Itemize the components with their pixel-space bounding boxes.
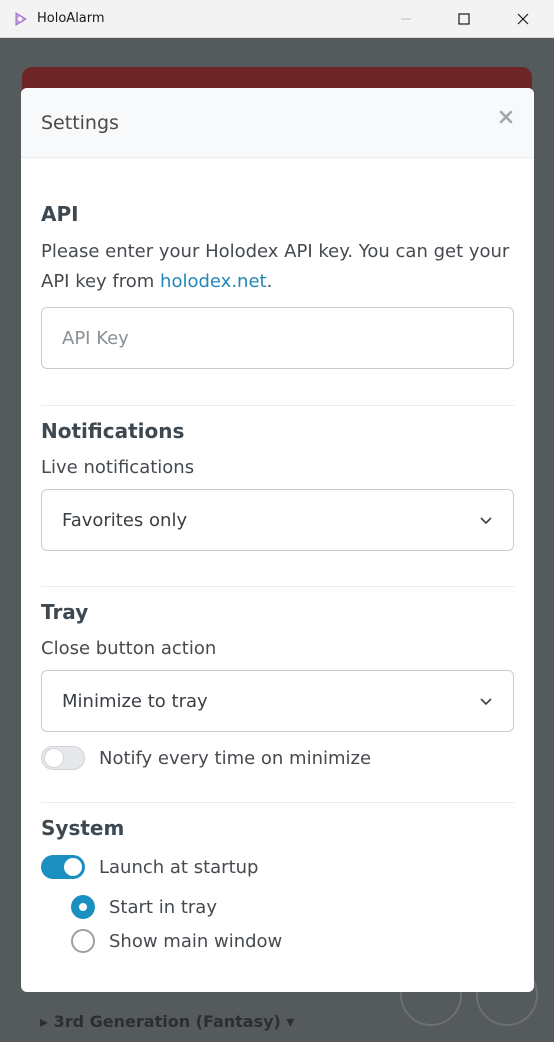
notifications-section-title: Notifications — [41, 419, 185, 443]
window-titlebar: HoloAlarm — [0, 0, 554, 38]
radio-label[interactable]: Start in tray — [109, 897, 217, 918]
api-section: API — [41, 202, 514, 226]
maximize-icon — [458, 10, 470, 29]
chevron-down-icon — [479, 510, 493, 531]
api-description-text: Please enter your Holodex API key. You c… — [41, 241, 510, 292]
close-action-select[interactable]: Minimize to tray — [41, 670, 514, 732]
notify-minimize-row: Notify every time on minimize — [41, 746, 514, 770]
section-divider — [41, 802, 514, 803]
window-close-button[interactable] — [494, 0, 552, 38]
modal-header: Settings — [21, 88, 534, 158]
api-key-field-wrapper — [41, 307, 514, 369]
live-notifications-value: Favorites only — [62, 509, 188, 531]
tray-section-title: Tray — [41, 600, 89, 624]
api-description-suffix: . — [266, 271, 273, 292]
holodex-link[interactable]: holodex.net — [160, 271, 267, 292]
api-key-input[interactable] — [41, 307, 514, 369]
radio-label[interactable]: Show main window — [109, 931, 282, 952]
close-icon — [517, 10, 529, 29]
background-group-label: ▸ 3rd Generation (Fantasy) ▾ — [40, 1012, 295, 1031]
live-notifications-select-wrapper: Favorites only — [41, 489, 514, 551]
live-notifications-label: Live notifications — [41, 457, 195, 478]
close-action-value: Minimize to tray — [62, 690, 208, 712]
api-section-title: API — [41, 202, 79, 226]
live-notifications-select[interactable]: Favorites only — [41, 489, 514, 551]
chevron-down-icon — [479, 691, 493, 712]
modal-close-button[interactable] — [498, 106, 514, 130]
radio-button[interactable] — [71, 895, 95, 919]
minimize-icon — [400, 10, 412, 29]
section-divider — [41, 405, 514, 406]
api-description: Please enter your Holodex API key. You c… — [41, 237, 514, 297]
tray-section: Tray — [41, 600, 514, 624]
launch-startup-label[interactable]: Launch at startup — [99, 857, 258, 878]
close-icon — [498, 106, 514, 130]
radio-start-in-tray[interactable]: Start in tray — [71, 890, 491, 924]
window-title: HoloAlarm — [37, 11, 105, 26]
notify-minimize-toggle[interactable] — [41, 746, 85, 770]
close-action-select-wrapper: Minimize to tray — [41, 670, 514, 732]
radio-show-main-window[interactable]: Show main window — [71, 924, 491, 958]
settings-modal: Settings API Please enter your Holodex A… — [21, 88, 534, 992]
radio-button[interactable] — [71, 929, 95, 953]
notify-minimize-label[interactable]: Notify every time on minimize — [99, 748, 371, 769]
startup-mode-radio-group: Start in tray Show main window — [71, 890, 491, 958]
minimize-button[interactable] — [377, 0, 435, 38]
section-divider — [41, 586, 514, 587]
system-section: System — [41, 816, 514, 840]
launch-startup-row: Launch at startup — [41, 855, 514, 879]
modal-title: Settings — [41, 112, 119, 134]
close-button-action-label: Close button action — [41, 638, 217, 659]
maximize-button[interactable] — [435, 0, 493, 38]
notifications-section: Notifications — [41, 419, 514, 443]
system-section-title: System — [41, 816, 125, 840]
launch-startup-toggle[interactable] — [41, 855, 85, 879]
holoalarm-logo-icon — [13, 11, 29, 27]
